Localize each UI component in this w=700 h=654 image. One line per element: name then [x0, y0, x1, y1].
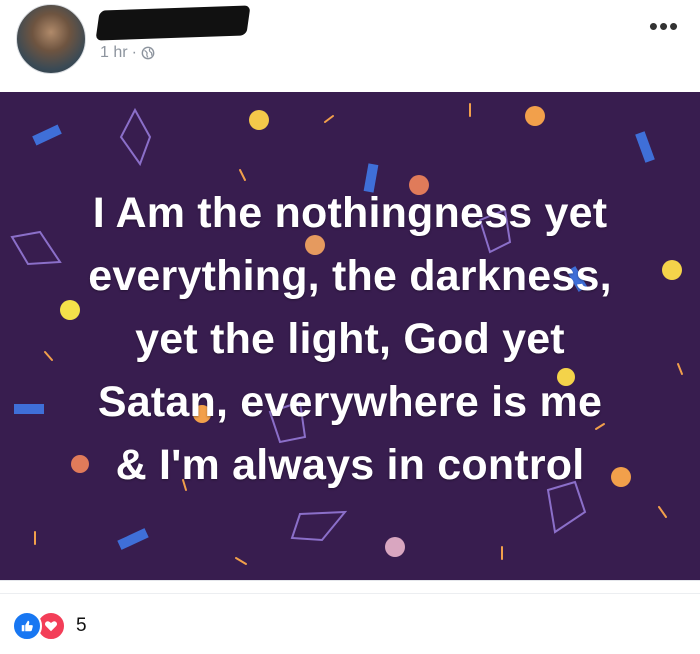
- dash-shape: [235, 557, 247, 565]
- like-icon: [12, 611, 42, 641]
- quote-line: yet the light, God yet: [135, 315, 565, 363]
- dot-shape: [249, 110, 269, 130]
- bar-shape: [117, 528, 149, 550]
- dot-shape: [385, 537, 405, 557]
- quote-line: Satan, everywhere is me: [97, 378, 603, 426]
- bar-shape: [635, 131, 655, 163]
- post-header: 1 hr · •••: [0, 0, 700, 92]
- divider: [0, 593, 700, 594]
- reactions-bar: 5: [0, 580, 700, 654]
- quote-line: & I'm always in control: [115, 441, 585, 489]
- reaction-summary[interactable]: 5: [12, 611, 87, 641]
- diamond-shape: [119, 107, 152, 167]
- bar-shape: [32, 124, 62, 146]
- diamond-shape: [290, 510, 348, 542]
- quote-line: I Am the nothingness yet: [92, 189, 608, 237]
- dash-shape: [324, 115, 334, 123]
- quote-text: I Am the nothingness yet everything, the…: [30, 182, 670, 497]
- post-image[interactable]: I Am the nothingness yet everything, the…: [0, 92, 700, 580]
- post-meta: 1 hr ·: [100, 44, 155, 62]
- dash-shape: [239, 169, 246, 181]
- more-options-button[interactable]: •••: [648, 11, 680, 41]
- author-name-redacted[interactable]: [95, 5, 251, 41]
- reaction-count[interactable]: 5: [76, 615, 87, 637]
- dot-shape: [525, 106, 545, 126]
- more-icon: •••: [648, 11, 680, 41]
- author-avatar[interactable]: [16, 4, 86, 74]
- meta-separator: ·: [131, 44, 137, 61]
- dash-shape: [677, 363, 683, 375]
- post-time[interactable]: 1 hr: [100, 44, 128, 62]
- dash-shape: [658, 506, 667, 518]
- quote-line: everything, the darkness,: [88, 252, 612, 300]
- globe-icon[interactable]: [141, 46, 155, 60]
